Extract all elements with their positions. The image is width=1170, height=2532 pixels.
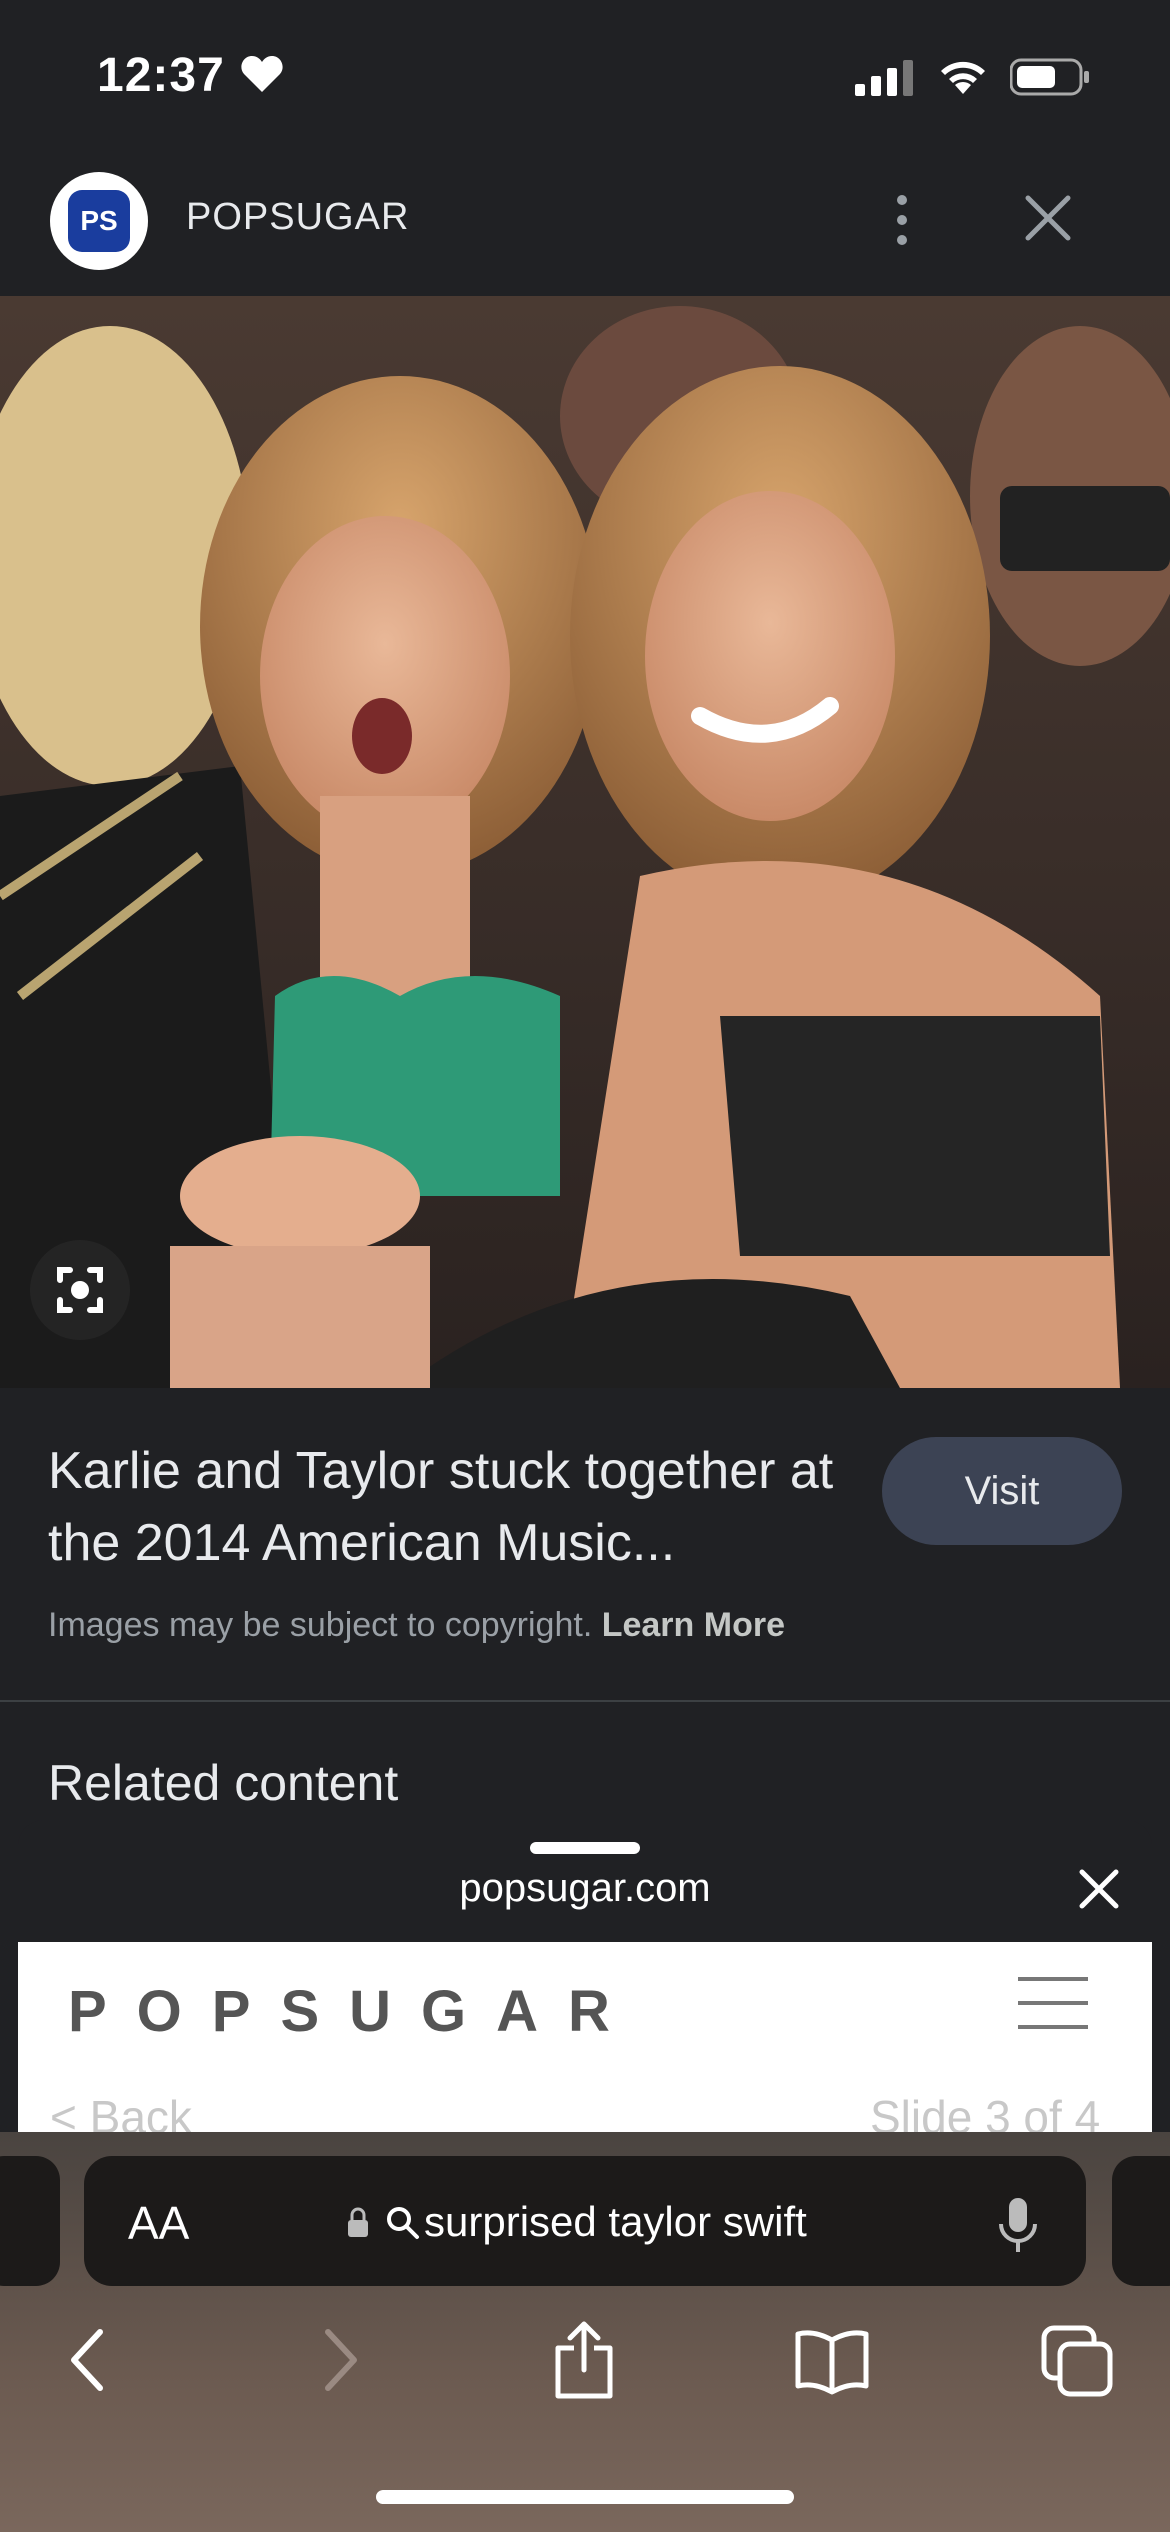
bookmarks-icon[interactable] <box>794 2320 870 2400</box>
hamburger-menu-icon[interactable] <box>1016 1975 1090 2031</box>
search-icon <box>387 2207 419 2239</box>
site-header <box>0 150 1170 296</box>
heart-icon <box>241 56 283 92</box>
copyright-text: Images may be subject to copyright. <box>48 1606 593 1644</box>
share-icon[interactable] <box>548 2320 620 2400</box>
result-image[interactable] <box>0 296 1170 1388</box>
tabs-icon[interactable] <box>1040 2320 1116 2400</box>
status-time: 12:37 <box>97 49 225 102</box>
text-size-button[interactable]: AA <box>128 2196 189 2250</box>
copyright-notice: Images may be subject to copyright. Lear… <box>48 1606 785 1645</box>
microphone-icon[interactable] <box>996 2196 1040 2256</box>
result-caption[interactable]: Karlie and Taylor stuck together at the … <box>48 1435 868 1579</box>
sheet-url: popsugar.com <box>459 1866 711 1910</box>
previous-tab-peek[interactable] <box>0 2156 60 2286</box>
page-logo: POPSUGAR <box>68 1979 640 2044</box>
site-name: POPSUGAR <box>186 196 410 238</box>
lock-icon <box>348 2207 368 2237</box>
divider <box>0 1700 1170 1702</box>
more-options-icon[interactable] <box>880 190 924 250</box>
next-tab-peek[interactable] <box>1112 2156 1170 2286</box>
google-lens-button[interactable] <box>30 1240 130 1340</box>
signal-icon <box>855 60 913 96</box>
learn-more-link[interactable]: Learn More <box>602 1606 785 1644</box>
visit-button[interactable]: Visit <box>882 1437 1122 1545</box>
wifi-icon <box>941 61 985 94</box>
battery-icon <box>1010 58 1089 96</box>
address-text: surprised taylor swift <box>424 2198 807 2245</box>
sheet-grabber[interactable] <box>530 1842 640 1854</box>
back-icon[interactable] <box>64 2320 114 2400</box>
related-content-heading: Related content <box>48 1755 399 1811</box>
site-logo-mark: PS <box>68 190 130 252</box>
lens-icon <box>57 1267 103 1313</box>
home-indicator[interactable] <box>376 2490 794 2504</box>
close-icon[interactable] <box>1074 1864 1124 1914</box>
forward-icon[interactable] <box>314 2320 364 2400</box>
close-icon[interactable] <box>1020 190 1076 246</box>
